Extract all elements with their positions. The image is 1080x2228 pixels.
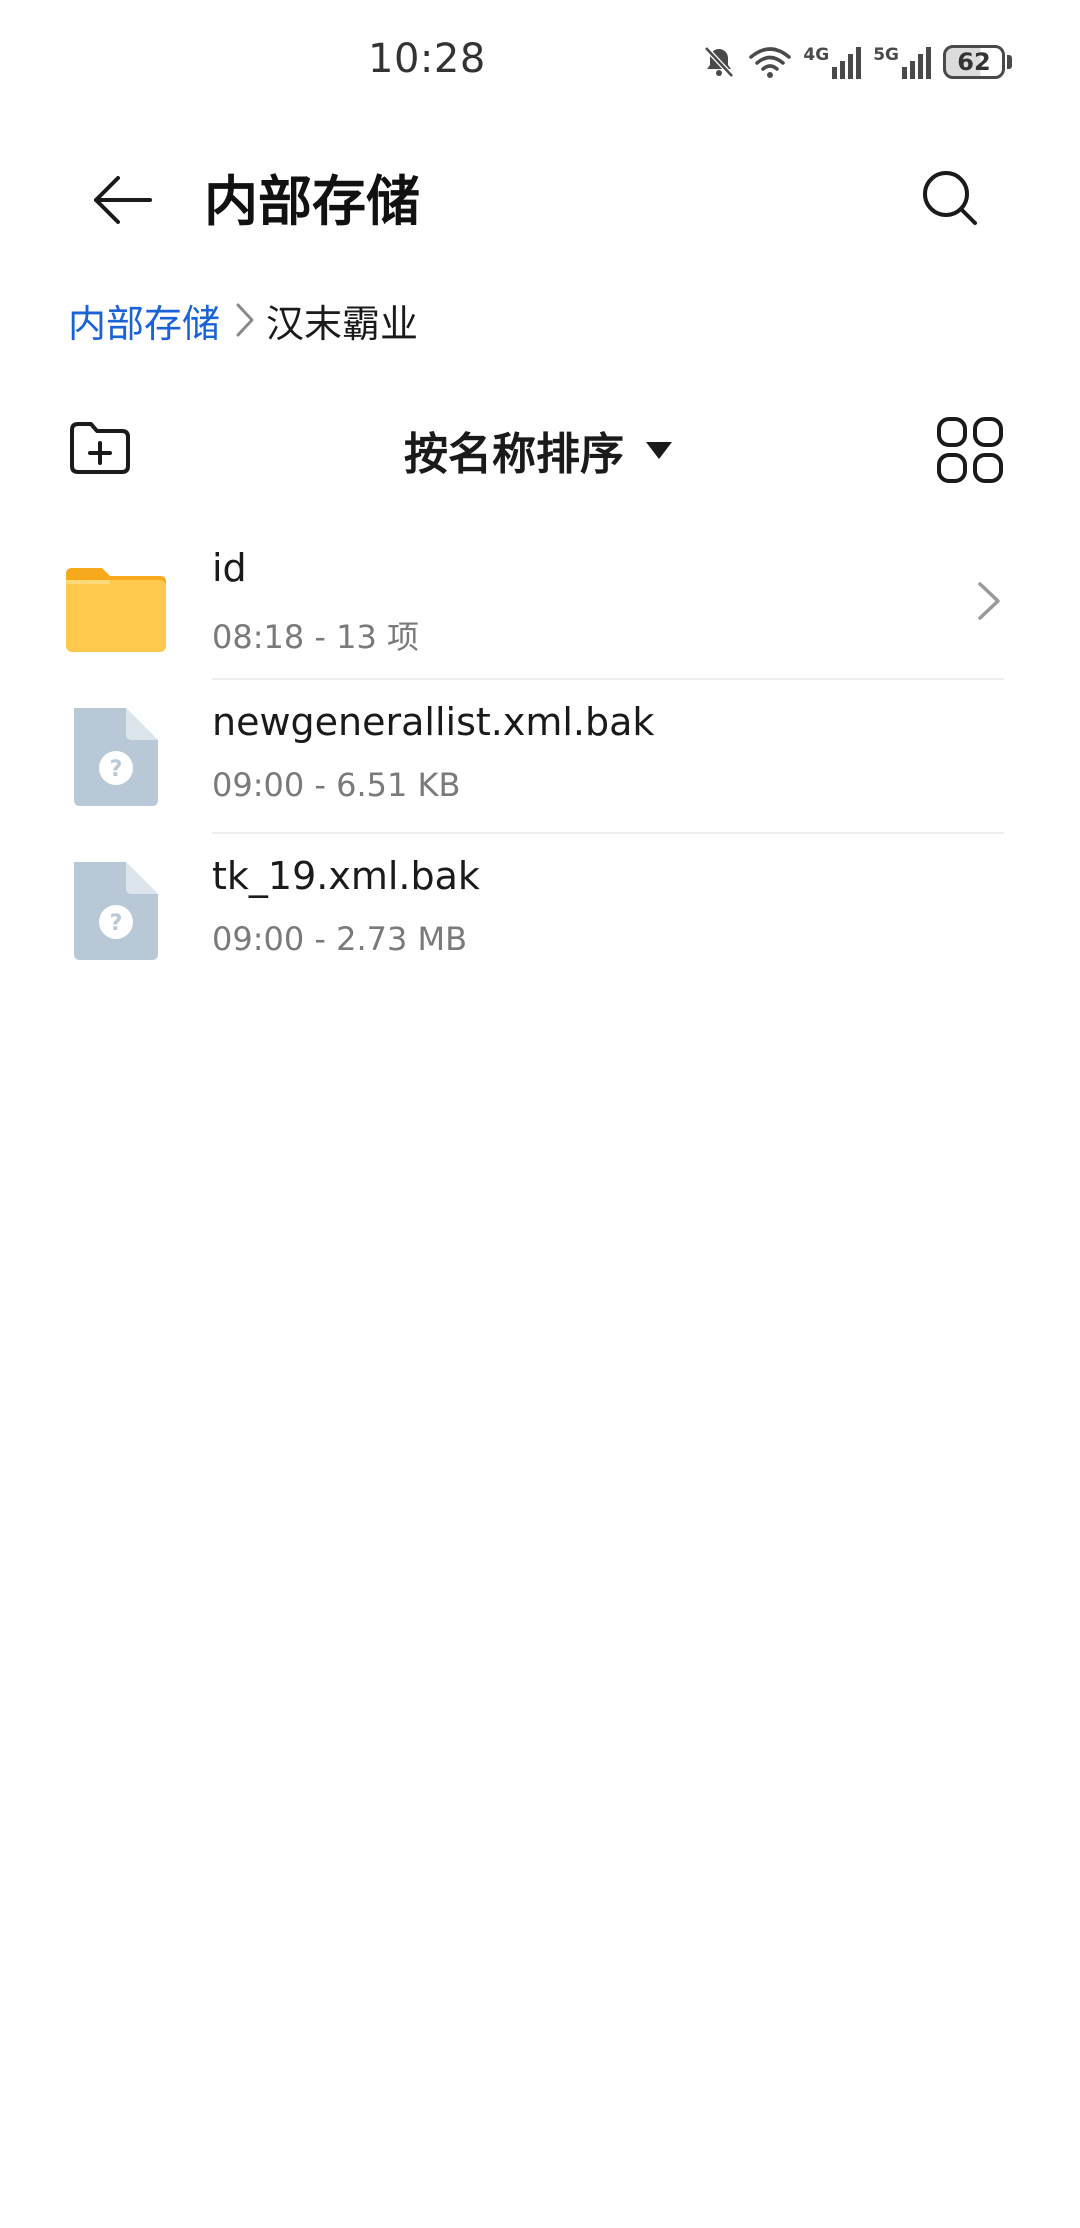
- list-item-folder[interactable]: id 08:18 - 13 项: [0, 526, 1080, 680]
- status-bar: 10:28 4G 5G 62: [0, 0, 1080, 120]
- file-list: id 08:18 - 13 项 ? newgenerallist.xml.bak…: [0, 526, 1080, 988]
- breadcrumb-current: 汉末霸业: [266, 301, 419, 346]
- signal-5g-icon: 5G: [873, 45, 931, 79]
- svg-text:?: ?: [110, 757, 123, 782]
- file-manager-screen: 10:28 4G 5G 62 内部存储 内部存储 汉末霸业 按名称排序 id 0…: [0, 0, 1080, 2228]
- title-bar: 内部存储: [0, 140, 1080, 250]
- wifi-icon: [749, 45, 792, 79]
- folder-plus-icon: [67, 420, 133, 480]
- caret-down-icon: [646, 441, 672, 459]
- file-meta: 09:00 - 6.51 KB: [212, 766, 461, 804]
- network-label-1: 4G: [803, 45, 830, 65]
- file-name: newgenerallist.xml.bak: [212, 700, 655, 744]
- file-meta: 09:00 - 2.73 MB: [212, 920, 468, 958]
- svg-text:?: ?: [110, 911, 123, 936]
- unknown-file-icon: ?: [64, 702, 168, 812]
- list-item-file[interactable]: ? tk_19.xml.bak 09:00 - 2.73 MB: [0, 834, 1080, 988]
- grid-view-button[interactable]: [936, 416, 1004, 484]
- status-time: 10:28: [368, 36, 486, 82]
- folder-icon: [64, 548, 168, 658]
- battery-level: 62: [943, 45, 1005, 79]
- status-icons: 4G 5G 62: [701, 40, 1012, 84]
- file-name: tk_19.xml.bak: [212, 854, 480, 898]
- network-label-2: 5G: [873, 45, 899, 65]
- sort-label: 按名称排序: [404, 429, 624, 480]
- arrow-left-icon: [92, 174, 152, 230]
- breadcrumb-root[interactable]: 内部存储: [68, 293, 220, 348]
- bell-muted-icon: [701, 44, 737, 80]
- list-item-file[interactable]: ? newgenerallist.xml.bak 09:00 - 6.51 KB: [0, 680, 1080, 834]
- file-meta: 08:18 - 13 项: [212, 618, 420, 656]
- back-button[interactable]: [80, 160, 164, 244]
- battery-icon: 62: [943, 45, 1012, 79]
- grid-view-icon: [936, 417, 1004, 488]
- signal-4g-icon: 4G: [803, 45, 862, 79]
- page-title: 内部存储: [204, 170, 420, 233]
- unknown-file-icon: ?: [64, 856, 168, 966]
- battery-tip: [1007, 55, 1012, 69]
- toolbar: 按名称排序: [0, 410, 1080, 490]
- chevron-right-icon: [234, 301, 256, 339]
- sort-button[interactable]: 按名称排序: [404, 410, 672, 490]
- chevron-right-icon: [974, 576, 1004, 626]
- search-button[interactable]: [908, 158, 992, 242]
- file-name: id: [212, 546, 247, 590]
- new-folder-button[interactable]: [64, 410, 136, 490]
- breadcrumb: 内部存储 汉末霸业: [68, 290, 418, 350]
- search-icon: [921, 169, 979, 231]
